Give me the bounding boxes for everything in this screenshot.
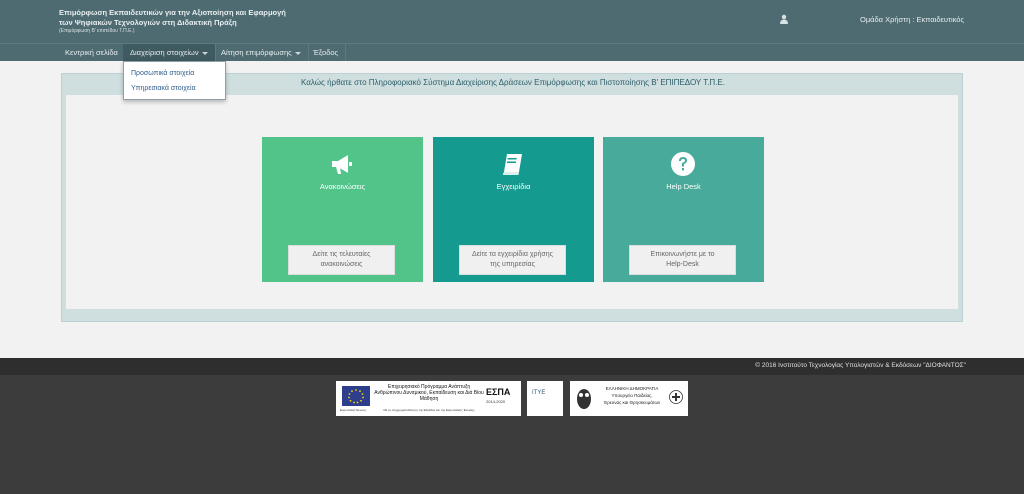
tile-helpdesk[interactable]: Help Desk Επικοινωνήστε με το Help-Desk xyxy=(603,137,764,282)
site-title-line1: Επιμόρφωση Εκπαιδευτικών για την Αξιοποί… xyxy=(59,8,286,17)
welcome-panel: Καλώς ήρθατε στο Πληροφοριακό Σύστημα Δι… xyxy=(61,73,963,322)
user-icon[interactable] xyxy=(779,14,789,24)
dropdown-item-service[interactable]: Υπηρεσιακά στοιχεία xyxy=(131,85,196,92)
chevron-down-icon xyxy=(201,51,208,55)
book-icon xyxy=(502,154,522,175)
nav-home[interactable]: Κεντρική σελίδα xyxy=(58,44,126,61)
espa-years: 2014-2020 xyxy=(486,399,506,404)
ministry-line2: Υπουργείο Παιδείας, xyxy=(611,393,653,398)
tile-manuals[interactable]: Εγχειρίδια Δείτε τα εγχειρίδια χρήσης τη… xyxy=(433,137,594,282)
ite-logo-text: ΙΤΥΕ xyxy=(532,390,546,396)
copyright-text: © 2016 Ινστιτούτο Τεχνολογίας Υπολογιστώ… xyxy=(755,362,966,369)
dropdown-item-personal[interactable]: Προσωπικά στοιχεία xyxy=(131,70,194,77)
contact-helpdesk-button[interactable]: Επικοινωνήστε με το Help-Desk xyxy=(629,245,736,275)
nav-home-label: Κεντρική σελίδα xyxy=(65,48,118,57)
owl-emblem-icon xyxy=(577,389,591,409)
footer-bar: © 2016 Ινστιτούτο Τεχνολογίας Υπολογιστώ… xyxy=(0,358,1024,375)
tile-announcements[interactable]: Ανακοινώσεις Δείτε τις τελευταίες ανακοι… xyxy=(262,137,423,282)
program-name: Επιχειρησιακό Πρόγραμμα Ανάπτυξη Ανθρώπι… xyxy=(374,384,484,402)
site-title[interactable]: Επιμόρφωση Εκπαιδευτικών για την Αξιοποί… xyxy=(59,8,286,35)
ministry-text: ΕΛΛΗΝΙΚΗ ΔΗΜΟΚΡΑΤΙΑ Υπουργείο Παιδείας, … xyxy=(597,385,667,406)
ministry-line3: Έρευνας και Θρησκευμάτων xyxy=(603,400,661,405)
program-cofunding: Με τη συγχρηματοδότηση της Ελλάδας και τ… xyxy=(383,408,475,412)
main-nav: Κεντρική σελίδα Διαχείριση στοιχείων Αίτ… xyxy=(0,43,1024,61)
tiles-area: Ανακοινώσεις Δείτε τις τελευταίες ανακοι… xyxy=(66,95,958,309)
espa-logo-text: ΕΣΠΑ xyxy=(486,387,511,397)
nav-data-management[interactable]: Διαχείριση στοιχείων xyxy=(123,44,216,61)
question-icon xyxy=(671,152,695,176)
nav-logout-label: Έξοδος xyxy=(313,48,339,57)
tile-title: Help Desk xyxy=(666,182,701,191)
ite-logo: ΙΤΥΕ xyxy=(527,381,563,416)
eu-caption: Ευρωπαϊκή Ένωση xyxy=(340,408,366,412)
megaphone-icon xyxy=(332,155,352,174)
ministry-logo: ΕΛΛΗΝΙΚΗ ΔΗΜΟΚΡΑΤΙΑ Υπουργείο Παιδείας, … xyxy=(570,381,688,416)
view-manuals-button[interactable]: Δείτε τα εγχειρίδια χρήσης της υπηρεσίας xyxy=(459,245,566,275)
program-logo: Ευρωπαϊκή Ένωση Επιχειρησιακό Πρόγραμμα … xyxy=(336,381,521,416)
view-announcements-button[interactable]: Δείτε τις τελευταίες ανακοινώσεις xyxy=(288,245,395,275)
data-management-dropdown: Προσωπικά στοιχεία Υπηρεσιακά στοιχεία xyxy=(123,61,226,100)
site-title-line3: (Επιμόρφωση Β' επιπέδου Τ.Π.Ε.) xyxy=(59,28,135,34)
eu-flag-icon xyxy=(342,386,370,406)
nav-logout[interactable]: Έξοδος xyxy=(306,44,347,61)
tile-title: Εγχειρίδια xyxy=(496,182,531,191)
site-title-line2: των Ψηφιακών Τεχνολογιών στη Διδακτική Π… xyxy=(59,18,237,27)
nav-data-management-label: Διαχείριση στοιχείων xyxy=(130,48,199,57)
nav-training-application-label: Αίτηση επιμόρφωσης xyxy=(221,48,292,57)
greek-seal-icon xyxy=(669,390,683,404)
chevron-down-icon xyxy=(294,51,301,55)
ministry-line1: ΕΛΛΗΝΙΚΗ ΔΗΜΟΚΡΑΤΙΑ xyxy=(605,386,659,391)
user-group-label: Ομάδα Χρήστη : Εκπαιδευτικός xyxy=(860,15,965,24)
header: Επιμόρφωση Εκπαιδευτικών για την Αξιοποί… xyxy=(0,0,1024,43)
nav-training-application[interactable]: Αίτηση επιμόρφωσης xyxy=(214,44,309,61)
tile-title: Ανακοινώσεις xyxy=(319,182,366,191)
